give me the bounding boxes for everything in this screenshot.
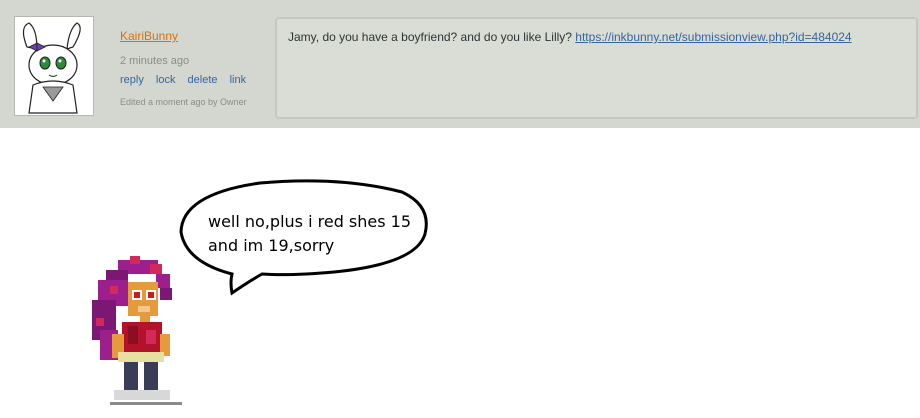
speech-bubble-text: well no,plus i red shes 15 and im 19,sor… [208,210,411,258]
pixel-character [92,256,182,412]
response-illustration [92,179,428,412]
speech-line-2: and im 19,sorry [208,236,335,255]
speech-line-1: well no,plus i red shes 15 [208,212,412,231]
